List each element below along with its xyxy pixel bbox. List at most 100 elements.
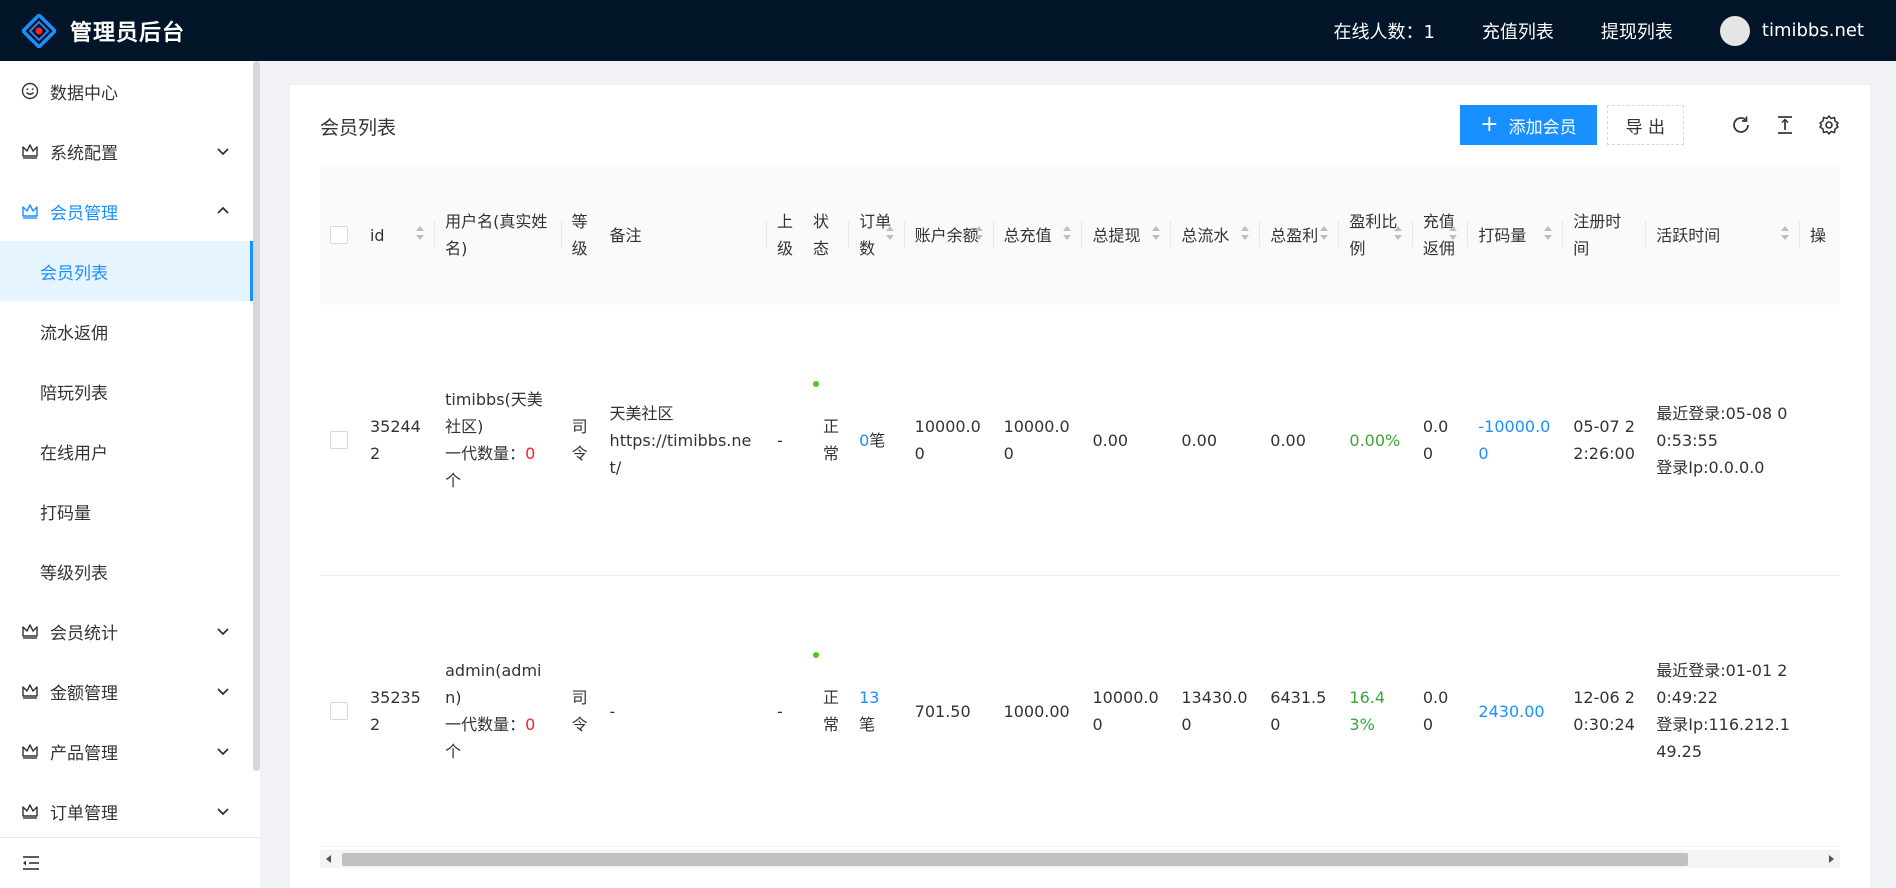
sort-icon[interactable]	[1780, 223, 1790, 243]
column-header-total-flow[interactable]: 总流水	[1171, 165, 1261, 305]
crown-icon	[20, 681, 40, 701]
sidebar-subitem-level-list[interactable]: 等级列表	[0, 541, 253, 601]
sidebar-scrollbar-thumb[interactable]	[253, 61, 260, 771]
cell-recharge-rebate: 0.00	[1412, 575, 1469, 847]
gen-unit: 个	[445, 471, 462, 490]
sidebar-subitem-flow-rebate[interactable]: 流水返佣	[0, 301, 253, 361]
add-member-button[interactable]: + 添加会员	[1460, 105, 1597, 145]
gen-count: 0	[525, 444, 536, 463]
status-dot-icon	[813, 652, 820, 658]
sidebar-item-amount-management[interactable]: 金额管理	[0, 661, 253, 721]
sidebar-subitem-online-users[interactable]: 在线用户	[0, 421, 253, 481]
sort-icon[interactable]	[1543, 223, 1553, 243]
reload-icon[interactable]	[1730, 114, 1752, 136]
sort-icon[interactable]	[415, 223, 425, 243]
column-header-active-time[interactable]: 活跃时间	[1646, 165, 1800, 305]
top-links: 在线人数：1 充值列表 提现列表 timibbs.net	[1333, 0, 1896, 61]
sort-icon[interactable]	[1240, 223, 1250, 243]
sort-icon[interactable]	[1448, 223, 1458, 243]
sidebar-item-label: 会员管理	[50, 203, 118, 224]
row-select-cell	[320, 575, 360, 847]
cell-remark: 天美社区 https://timibbs.net/	[599, 305, 768, 576]
column-header-profit-ratio[interactable]: 盈利比例	[1339, 165, 1413, 305]
cell-username: timibbs(天美社区) 一代数量：0 个	[435, 305, 562, 576]
column-header-total-recharge[interactable]: 总充值	[993, 165, 1083, 305]
setting-icon[interactable]	[1818, 114, 1840, 136]
sidebar-subitem-member-list[interactable]: 会员列表	[0, 241, 253, 301]
table-horizontal-scrollbar[interactable]	[320, 850, 1840, 868]
sidebar-subitem-bet-volume[interactable]: 打码量	[0, 481, 253, 541]
sidebar-item-product-management[interactable]: 产品管理	[0, 721, 253, 781]
gen-unit: 个	[445, 742, 462, 761]
sidebar-item-system-config[interactable]: 系统配置	[0, 121, 253, 181]
column-header-recharge-rebate[interactable]: 充值返佣	[1412, 165, 1469, 305]
cell-id: 352442	[359, 305, 436, 576]
scroll-right-icon[interactable]	[1826, 854, 1836, 864]
cell-status: 正常	[803, 575, 850, 847]
status-badge: 正常	[813, 652, 839, 738]
scroll-left-icon[interactable]	[324, 854, 334, 864]
column-header-remark: 备注	[599, 165, 768, 305]
column-header-id[interactable]: id	[359, 165, 436, 305]
cell-reg-time: 05-07 22:26:00	[1563, 305, 1647, 576]
column-header-balance[interactable]: 账户余额	[904, 165, 994, 305]
sidebar: 数据中心 系统配置 会员管理 会员列表 流水返佣 陪玩列表 在线用户 打码量 等…	[0, 61, 260, 888]
gen-label: 一代数量：	[445, 715, 526, 734]
sort-icon[interactable]	[885, 223, 895, 243]
logo-icon	[22, 14, 56, 48]
sidebar-subitem-companion-list[interactable]: 陪玩列表	[0, 361, 253, 421]
sidebar-item-member-management[interactable]: 会员管理	[0, 181, 253, 241]
column-header-total-withdraw[interactable]: 总提现	[1082, 165, 1172, 305]
orders-count-link[interactable]: 0	[859, 431, 869, 450]
sort-icon[interactable]	[1319, 223, 1329, 243]
column-header-bet-volume[interactable]: 打码量	[1468, 165, 1564, 305]
select-all-cell	[320, 165, 360, 305]
menu-fold-icon[interactable]	[20, 852, 42, 874]
sidebar-item-label: 金额管理	[50, 683, 118, 704]
orders-count-link[interactable]: 13	[859, 688, 879, 707]
sidebar-item-label: 数据中心	[50, 83, 118, 104]
sidebar-item-data-center[interactable]: 数据中心	[0, 61, 253, 121]
plus-icon: +	[1480, 112, 1499, 137]
recharge-list-link[interactable]: 充值列表	[1482, 18, 1554, 44]
avatar	[1719, 15, 1750, 46]
remark-line-1: -	[609, 701, 616, 721]
cell-orders: 0笔	[849, 305, 905, 576]
sort-icon[interactable]	[1151, 223, 1161, 243]
login-ip: 登录Ip:0.0.0.0	[1656, 457, 1765, 477]
row-checkbox[interactable]	[330, 431, 348, 449]
withdraw-list-link[interactable]: 提现列表	[1601, 18, 1673, 44]
orders-unit: 笔	[859, 715, 876, 734]
table-row: 352442 timibbs(天美社区) 一代数量：0 个 司令 天美社区 ht…	[320, 305, 1840, 576]
sort-icon[interactable]	[1393, 223, 1403, 243]
user-menu[interactable]: timibbs.net	[1719, 15, 1864, 46]
column-header-total-profit[interactable]: 总盈利	[1260, 165, 1340, 305]
cell-status: 正常	[803, 305, 850, 576]
sort-icon[interactable]	[974, 223, 984, 243]
cell-total-flow: 13430.00	[1171, 575, 1261, 847]
cell-active-time: 最近登录:01-01 20:49:22 登录Ip:116.212.149.25	[1646, 575, 1800, 847]
cell-recharge-rebate: 0.00	[1412, 305, 1469, 576]
page-title: 会员列表	[320, 117, 397, 139]
table-row: 352352 admin(admin) 一代数量：0 个 司令 - - 正常 1…	[320, 575, 1840, 847]
column-header-orders[interactable]: 订单数	[849, 165, 905, 305]
sidebar-item-label: 产品管理	[50, 743, 118, 764]
sort-icon[interactable]	[1062, 223, 1072, 243]
export-button[interactable]: 导 出	[1606, 105, 1684, 145]
column-header-parent: 上级	[767, 165, 804, 305]
brand[interactable]: 管理员后台	[22, 13, 185, 49]
column-height-icon[interactable]	[1774, 114, 1796, 136]
scrollbar-thumb[interactable]	[342, 853, 1688, 866]
row-checkbox[interactable]	[330, 702, 348, 720]
sidebar-item-member-stats[interactable]: 会员统计	[0, 601, 253, 661]
gen-count: 0	[525, 715, 536, 734]
sidebar-item-order-management[interactable]: 订单管理	[0, 781, 253, 841]
select-all-checkbox[interactable]	[330, 226, 348, 244]
member-table: id 用户名(真实姓名) 等级 备注 上级 状态 订单数 账户余额 总充值 总提…	[320, 165, 1840, 847]
add-member-label: 添加会员	[1508, 117, 1577, 138]
sidebar-scrollbar[interactable]	[253, 61, 260, 831]
sidebar-item-label: 会员统计	[50, 623, 118, 644]
cell-total-profit: 0.00	[1260, 305, 1340, 576]
cell-id: 352352	[359, 575, 436, 847]
top-bar: 管理员后台 在线人数：1 充值列表 提现列表 timibbs.net	[0, 0, 1896, 61]
